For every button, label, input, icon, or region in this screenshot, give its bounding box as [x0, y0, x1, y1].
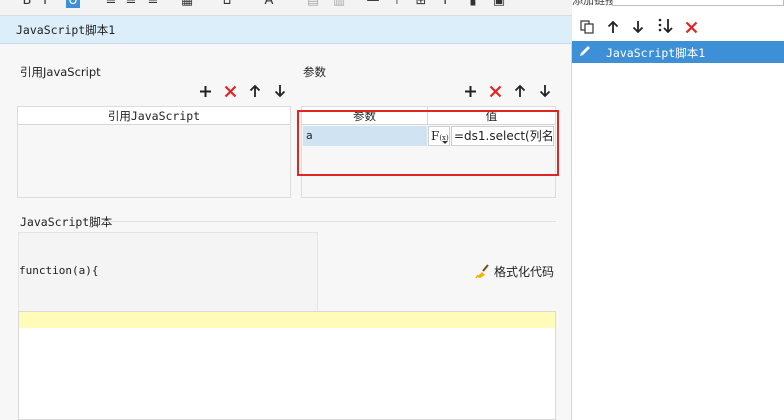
format-code-button[interactable]: 格式化代码 — [474, 262, 554, 280]
ref-js-column-header: 引用JavaScript — [18, 107, 290, 125]
right-panel — [572, 0, 784, 420]
split-icon[interactable]: ▥ — [332, 0, 346, 8]
underline-icon[interactable]: U — [66, 0, 80, 8]
right-move-down-button[interactable] — [629, 18, 647, 36]
brush-icon — [475, 264, 489, 279]
grid-icon[interactable]: ⊞ — [414, 0, 428, 8]
ref-delete-button[interactable] — [221, 82, 239, 100]
right-sort-button[interactable] — [656, 17, 674, 35]
script-section-divider — [100, 221, 556, 222]
align-right-icon[interactable]: ≡ — [146, 0, 160, 8]
merge-icon[interactable]: ▤ — [306, 0, 320, 8]
plus-icon — [464, 85, 476, 97]
script-section-label: JavaScript脚本 — [20, 215, 113, 229]
ref-move-down-button[interactable] — [271, 82, 289, 100]
arrow-down-icon — [632, 21, 644, 34]
function-signature: function(a){ — [19, 264, 99, 277]
code-editor[interactable] — [18, 311, 556, 420]
dash-icon[interactable]: — — [366, 0, 380, 8]
format-code-label: 格式化代码 — [494, 264, 555, 279]
dialog-title-bar: JavaScript脚本1 — [0, 16, 572, 44]
annotation-highlight-box — [297, 110, 559, 176]
ref-move-up-button[interactable] — [246, 82, 264, 100]
line-icon[interactable]: ⊢ — [394, 0, 408, 8]
arrow-down-icon — [539, 85, 551, 98]
dialog-title: JavaScript脚本1 — [16, 23, 116, 37]
plus-icon — [199, 85, 211, 97]
right-panel-label: 添加链接 — [572, 0, 616, 7]
italic-icon[interactable]: I — [38, 0, 52, 8]
param-move-up-button[interactable] — [511, 82, 529, 100]
arrow-down-icon — [274, 85, 286, 98]
right-list-item-selected[interactable]: JavaScript脚本1 — [572, 41, 784, 63]
param-delete-button[interactable] — [486, 82, 504, 100]
border-icon[interactable]: ▦ — [180, 0, 194, 8]
align-left-icon[interactable]: ≡ — [104, 0, 118, 8]
ref-add-button[interactable] — [196, 82, 214, 100]
arrow-up-icon — [514, 84, 526, 97]
pencil-icon — [578, 44, 592, 61]
image-icon[interactable]: ▣ — [492, 0, 506, 8]
param-add-button[interactable] — [461, 82, 479, 100]
delete-x-icon — [489, 85, 501, 97]
chart-icon[interactable]: ▮ — [466, 0, 480, 8]
right-panel-top-field[interactable] — [612, 0, 784, 6]
right-delete-button[interactable] — [682, 18, 700, 36]
align-center-icon[interactable]: ≡ — [124, 0, 138, 8]
bold-icon[interactable]: B — [20, 0, 34, 8]
paint-icon[interactable]: ⌂ — [220, 0, 234, 8]
copy-icon — [580, 20, 594, 34]
arrow-up-icon — [249, 84, 261, 97]
delete-x-icon — [224, 85, 236, 97]
sort-down-icon — [658, 18, 673, 34]
top-toolbar: B I U ≡ ≡ ≡ ▦ ⌂ A ▤ ▥ — ⊢ ⊞ F ▮ ▣ — [0, 0, 572, 16]
code-current-line — [19, 312, 555, 328]
right-move-up-button[interactable] — [604, 18, 622, 36]
font-icon[interactable]: A — [262, 0, 276, 8]
arrow-up-icon — [607, 20, 619, 33]
formula-icon[interactable]: F — [440, 0, 454, 8]
right-list-item-label: JavaScript脚本1 — [606, 46, 706, 60]
param-move-down-button[interactable] — [536, 82, 554, 100]
param-section-label: 参数 — [303, 65, 326, 79]
right-copy-button[interactable] — [578, 18, 596, 36]
ref-section-label: 引用JavaScript — [20, 65, 101, 79]
ref-js-list[interactable]: 引用JavaScript — [17, 106, 291, 198]
delete-x-icon — [685, 21, 697, 33]
right-toolbar — [572, 16, 784, 38]
